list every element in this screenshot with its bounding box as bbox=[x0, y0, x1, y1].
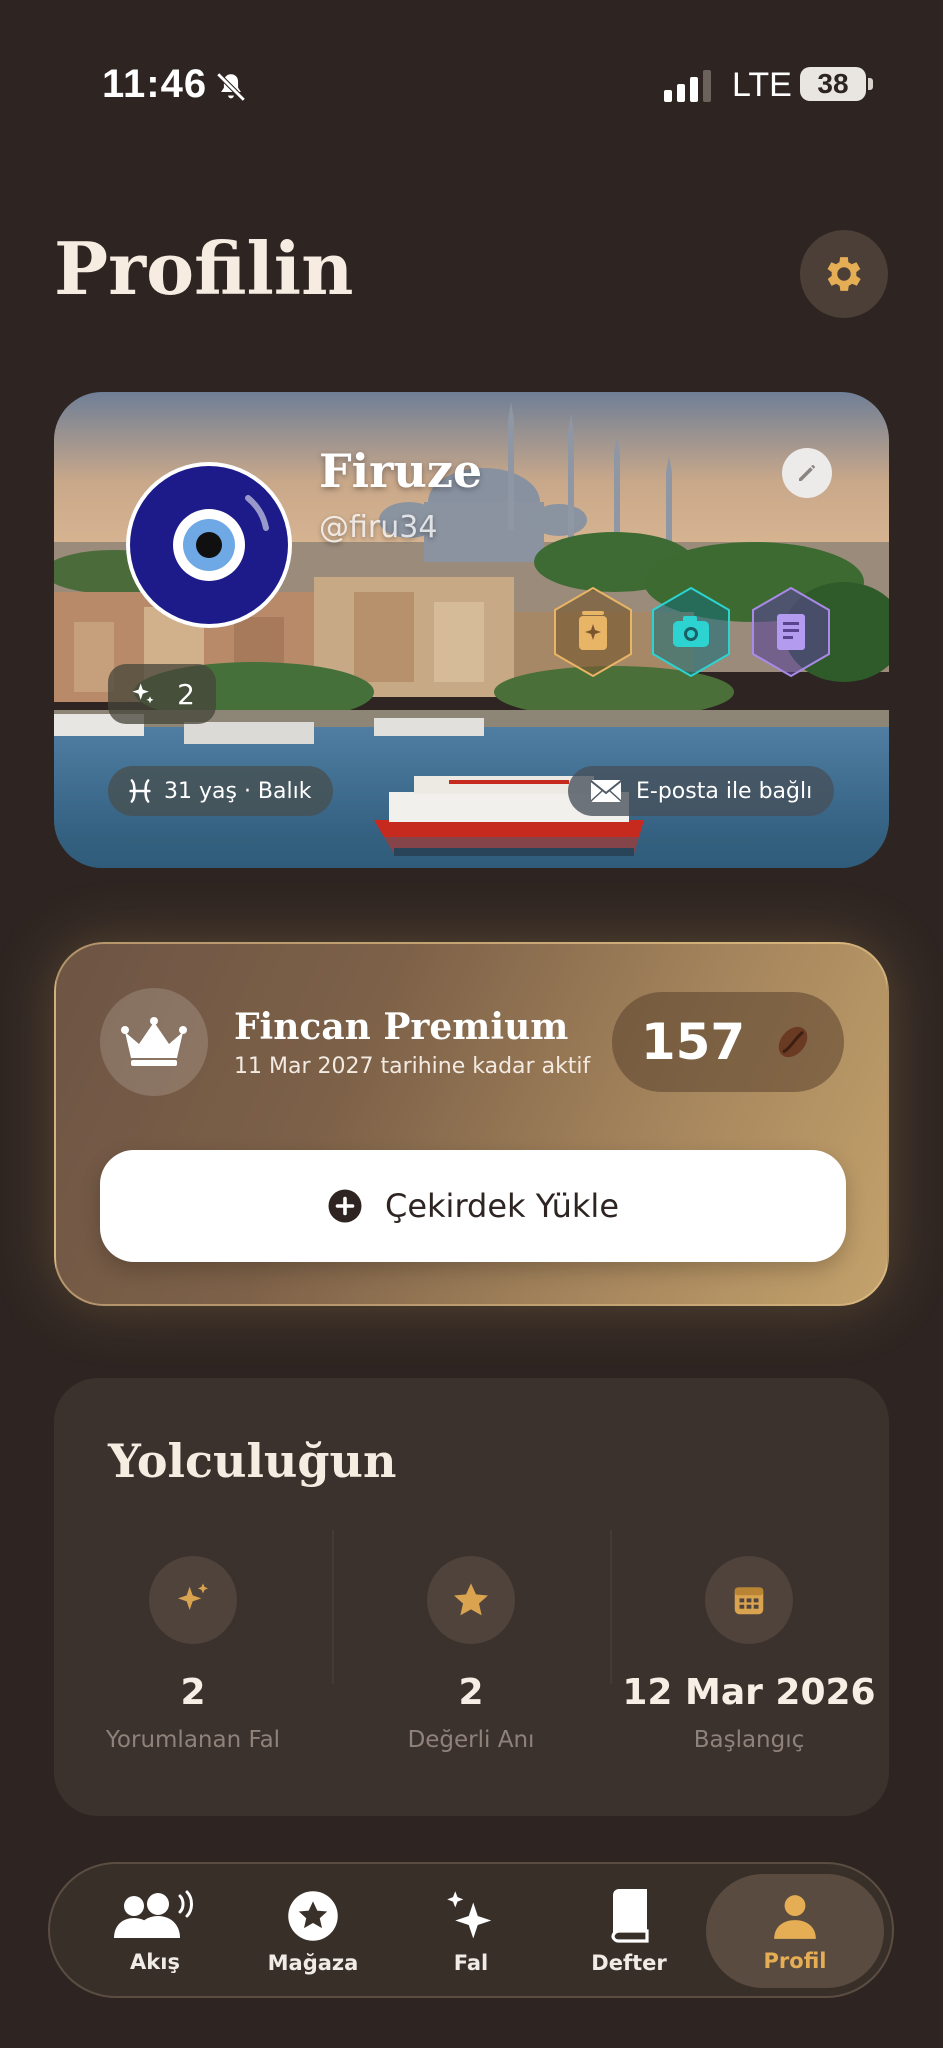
journey-card: Yolculuğun 2 Yorumlanan Fal 2 Değerli An… bbox=[54, 1378, 889, 1816]
nav-item-akis[interactable]: Akış bbox=[80, 1864, 230, 2000]
evil-eye-icon bbox=[130, 466, 288, 624]
stat-label: Yorumlanan Fal bbox=[105, 1727, 281, 1753]
bean-count: 157 bbox=[640, 1013, 746, 1071]
book-badge[interactable] bbox=[750, 586, 832, 678]
email-status-text: E-posta ile bağlı bbox=[636, 778, 813, 804]
pencil-icon bbox=[799, 465, 815, 481]
stat-icon-wrap bbox=[149, 1556, 237, 1644]
person-icon bbox=[774, 1895, 816, 1939]
avatar[interactable] bbox=[126, 462, 292, 628]
nav-label: Mağaza bbox=[267, 1951, 359, 1975]
sparkles-icon bbox=[178, 1583, 208, 1610]
people-icon bbox=[114, 1890, 193, 1938]
nav-label: Profil bbox=[763, 1949, 827, 1973]
plus-circle-icon bbox=[328, 1189, 362, 1223]
profile-name: Firuze bbox=[319, 444, 483, 498]
camera-badge[interactable] bbox=[650, 586, 732, 678]
stat-memories: 2 Değerli Anı bbox=[332, 1556, 610, 1753]
nav-label: Akış bbox=[130, 1950, 180, 1974]
signal-icon bbox=[664, 70, 711, 102]
profile-handle: @firu34 bbox=[319, 510, 438, 545]
bell-muted-icon bbox=[216, 72, 246, 102]
load-beans-button[interactable]: Çekirdek Yükle bbox=[100, 1150, 846, 1262]
zodiac-pill: 31 yaş · Balık bbox=[108, 766, 334, 816]
sparkles-icon bbox=[447, 1891, 492, 1939]
store-star-icon bbox=[288, 1891, 338, 1941]
battery-tip bbox=[868, 78, 873, 90]
network-type: LTE bbox=[732, 66, 792, 104]
stat-label: Başlangıç bbox=[693, 1727, 805, 1753]
bean-balance[interactable]: 157 bbox=[612, 992, 844, 1092]
coffee-bean-icon bbox=[778, 1026, 808, 1058]
premium-card: Fincan Premium 11 Mar 2027 tarihine kada… bbox=[54, 942, 889, 1306]
nav-label: Fal bbox=[453, 1951, 489, 1975]
fortune-count: 2 bbox=[177, 677, 195, 711]
crown-badge bbox=[100, 988, 208, 1096]
journey-title: Yolculuğun bbox=[108, 1434, 397, 1488]
book-icon bbox=[611, 1889, 649, 1943]
settings-button[interactable] bbox=[800, 230, 888, 318]
premium-expiry: 11 Mar 2027 tarihine kadar aktif bbox=[234, 1054, 591, 1079]
sparkles-icon bbox=[132, 683, 154, 704]
star-icon bbox=[454, 1583, 488, 1616]
nav-item-profil[interactable]: Profil bbox=[720, 1864, 870, 2000]
stat-value: 12 Mar 2026 bbox=[622, 1672, 876, 1713]
nav-item-fal[interactable]: Fal bbox=[396, 1864, 546, 2000]
calendar-icon bbox=[734, 1587, 764, 1615]
premium-title: Fincan Premium bbox=[234, 1006, 569, 1048]
profile-card: Firuze @firu34 2 31 yaş · Balık E-posta … bbox=[54, 392, 889, 868]
nav-label: Defter bbox=[591, 1951, 667, 1975]
fortune-count-pill: 2 bbox=[108, 664, 216, 724]
stat-value: 2 bbox=[180, 1672, 206, 1713]
page-title: Profilin bbox=[54, 226, 354, 311]
stat-label: Değerli Anı bbox=[407, 1727, 535, 1753]
crown-icon bbox=[121, 1017, 187, 1066]
nav-item-defter[interactable]: Defter bbox=[554, 1864, 704, 2000]
fortune-card-badge[interactable] bbox=[552, 586, 634, 678]
stat-start-date: 12 Mar 2026 Başlangıç bbox=[610, 1556, 888, 1753]
gear-icon bbox=[827, 257, 861, 291]
battery-indicator: 38 bbox=[800, 67, 866, 101]
email-status-pill: E-posta ile bağlı bbox=[568, 766, 835, 816]
pisces-icon bbox=[129, 779, 151, 803]
stat-fortunes: 2 Yorumlanan Fal bbox=[54, 1556, 332, 1753]
zodiac-text: 31 yaş · Balık bbox=[164, 778, 312, 804]
nav-item-magaza[interactable]: Mağaza bbox=[238, 1864, 388, 2000]
edit-profile-button[interactable] bbox=[782, 448, 832, 498]
stat-value: 2 bbox=[458, 1672, 484, 1713]
status-time: 11:46 bbox=[102, 62, 208, 106]
envelope-icon bbox=[590, 780, 622, 802]
stat-icon-wrap bbox=[705, 1556, 793, 1644]
stat-icon-wrap bbox=[427, 1556, 515, 1644]
bottom-nav: Akış Mağaza Fal Defter Profil bbox=[48, 1862, 894, 1998]
load-beans-label: Çekirdek Yükle bbox=[384, 1187, 619, 1225]
